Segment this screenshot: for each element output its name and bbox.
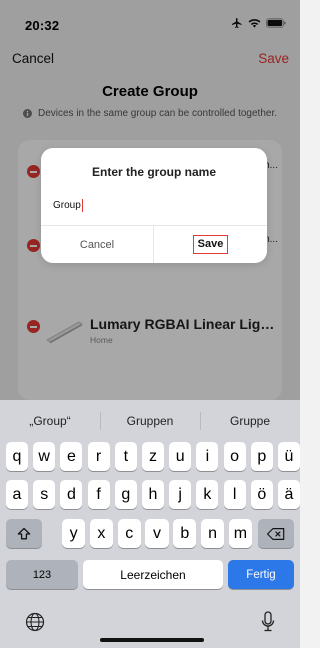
key-j[interactable]: j (169, 480, 192, 509)
group-name-input[interactable]: Group (53, 195, 253, 215)
key-u[interactable]: u (169, 442, 192, 471)
microphone-icon[interactable] (261, 611, 275, 633)
dialog-save-button[interactable]: Save (154, 226, 267, 263)
key-k[interactable]: k (196, 480, 219, 509)
numbers-key[interactable]: 123 (6, 560, 78, 589)
key-q[interactable]: q (6, 442, 28, 471)
dialog-title: Enter the group name (91, 165, 216, 179)
key-v[interactable]: v (145, 519, 169, 548)
home-indicator (100, 638, 204, 642)
key-p[interactable]: p (250, 442, 273, 471)
dialog-cancel-button[interactable]: Cancel (41, 226, 153, 263)
key-t[interactable]: t (114, 442, 137, 471)
key-n[interactable]: n (201, 519, 225, 548)
key-o[interactable]: o (223, 442, 246, 471)
key-m[interactable]: m (228, 519, 252, 548)
shift-key[interactable] (6, 519, 42, 548)
key-ö[interactable]: ö (250, 480, 273, 509)
suggestion[interactable]: „Group“ (0, 414, 100, 428)
key-ä[interactable]: ä (278, 480, 300, 509)
key-i[interactable]: i (196, 442, 219, 471)
key-w[interactable]: w (33, 442, 56, 471)
key-s[interactable]: s (33, 480, 56, 509)
keyboard: „Group“ Gruppen Gruppe qwertzuiopü asdfg… (0, 400, 300, 648)
key-g[interactable]: g (114, 480, 137, 509)
group-name-dialog: Enter the group name Group Cancel Save (41, 148, 267, 263)
return-key[interactable]: Fertig (228, 560, 294, 589)
key-r[interactable]: r (87, 442, 110, 471)
globe-icon[interactable] (25, 612, 45, 632)
key-d[interactable]: d (60, 480, 83, 509)
key-z[interactable]: z (142, 442, 164, 471)
key-c[interactable]: c (117, 519, 141, 548)
dialog-save-label: Save (192, 235, 229, 254)
key-f[interactable]: f (87, 480, 110, 509)
key-l[interactable]: l (223, 480, 246, 509)
key-e[interactable]: e (60, 442, 83, 471)
group-name-value: Group (53, 199, 81, 211)
shift-icon (17, 527, 31, 539)
text-caret (81, 198, 83, 212)
key-h[interactable]: h (142, 480, 164, 509)
key-ü[interactable]: ü (278, 442, 300, 471)
backspace-icon (266, 527, 285, 540)
key-y[interactable]: y (62, 519, 86, 548)
suggestion[interactable]: Gruppe (200, 414, 300, 428)
key-x[interactable]: x (89, 519, 113, 548)
key-a[interactable]: a (6, 480, 28, 509)
space-key[interactable]: Leerzeichen (83, 560, 223, 589)
suggestion-bar: „Group“ Gruppen Gruppe (0, 400, 300, 440)
delete-key[interactable] (258, 519, 294, 548)
key-b[interactable]: b (173, 519, 197, 548)
suggestion[interactable]: Gruppen (100, 414, 200, 428)
